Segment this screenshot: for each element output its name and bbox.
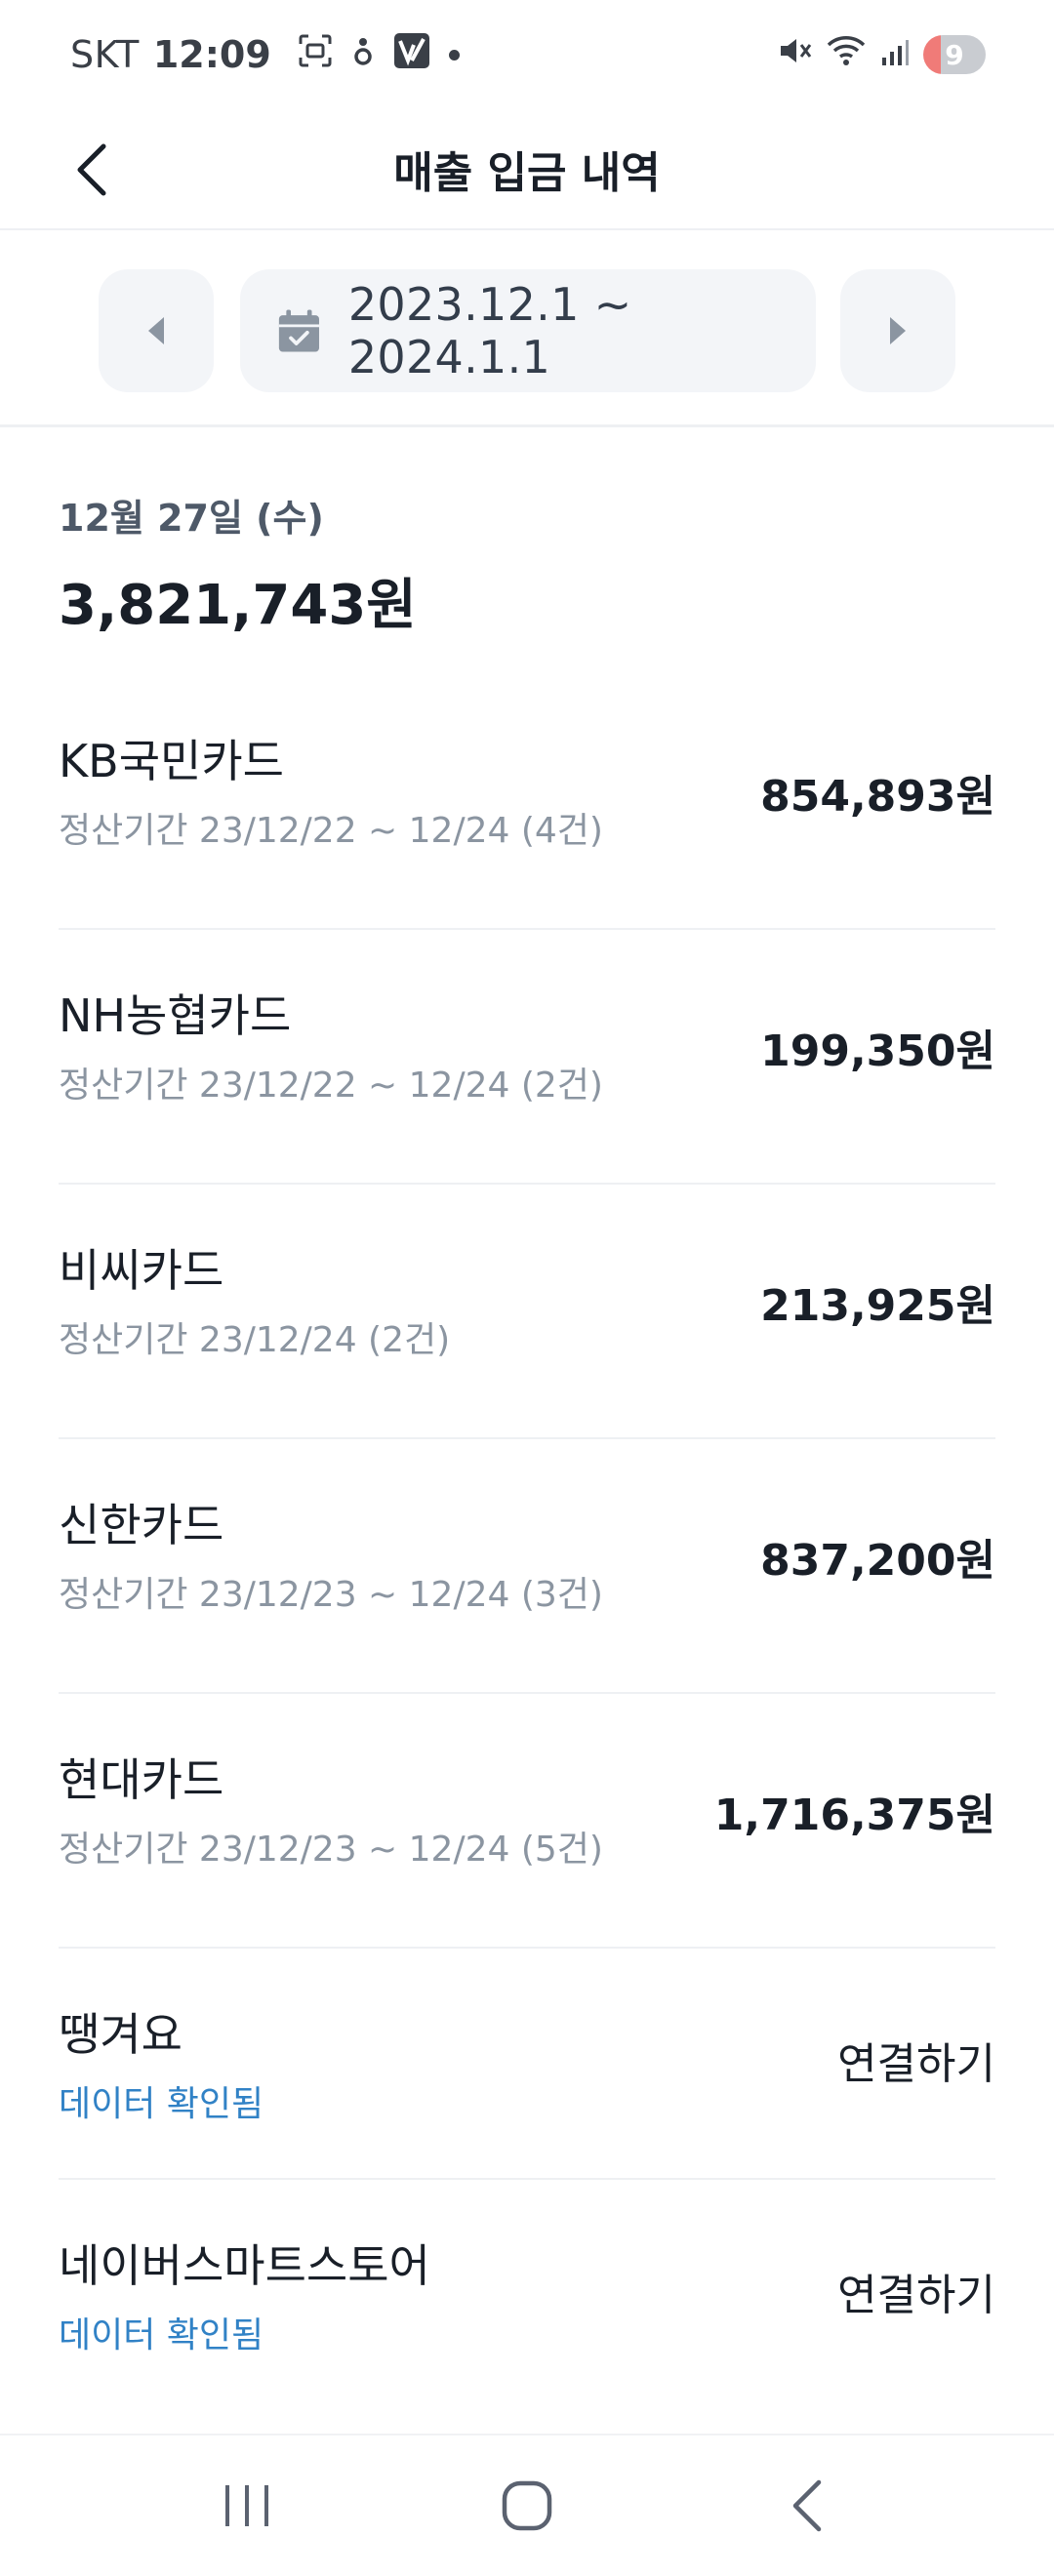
settlement-period: 정산기간 23/12/24 (2건): [59, 1320, 451, 1360]
settlement-period: 정산기간 23/12/23 ~ 12/24 (3건): [59, 1575, 603, 1615]
card-name: KB국민카드: [59, 735, 285, 787]
list-item-nh-card[interactable]: NH농협카드 정산기간 23/12/22 ~ 12/24 (2건) 199,35…: [59, 930, 995, 1185]
mute-icon: [777, 33, 812, 77]
list-item-naver-smartstore: 네이버스마트스토어 데이터 확인됨 연결하기: [59, 2180, 995, 2411]
recent-apps-button[interactable]: [193, 2457, 301, 2555]
card-name: 비씨카드: [59, 1244, 224, 1297]
caret-right-icon: [890, 317, 906, 344]
deposit-amount: 1,716,375원: [713, 1791, 995, 1840]
system-back-button[interactable]: [753, 2457, 861, 2555]
app-header: 매출 입금 내역: [0, 109, 1054, 230]
screen: SKT 12:09 9 매출 입금 내역 2023.12.1 ~ 2024.1.…: [0, 0, 1054, 2576]
date-range-picker[interactable]: 2023.12.1 ~ 2024.1.1: [240, 269, 816, 392]
deposit-list: KB국민카드 정산기간 23/12/22 ~ 12/24 (4건) 854,89…: [59, 675, 995, 2411]
previous-period-button[interactable]: [99, 269, 214, 392]
card-name: 현대카드: [59, 1753, 224, 1806]
deposit-amount: 854,893원: [760, 772, 995, 822]
status-time: 12:09: [152, 33, 271, 76]
wifi-icon: [826, 33, 867, 77]
card-name: 신한카드: [59, 1499, 224, 1551]
list-item-kb-card[interactable]: KB국민카드 정산기간 23/12/22 ~ 12/24 (4건) 854,89…: [59, 675, 995, 930]
accessibility-icon: [351, 32, 375, 78]
chevron-left-icon: [77, 143, 106, 196]
more-notifications-dot-icon: [448, 49, 460, 60]
deposit-summary: 12월 27일 (수) 3,821,743원: [59, 488, 417, 640]
date-range-bar: 2023.12.1 ~ 2024.1.1: [0, 230, 1054, 427]
list-item-shinhan-card[interactable]: 신한카드 정산기간 23/12/23 ~ 12/24 (3건) 837,200원: [59, 1439, 995, 1694]
signal-icon: [880, 33, 910, 76]
recent-apps-icon: [225, 2485, 269, 2526]
deposit-total: 3,821,743원: [59, 574, 417, 637]
page-title: 매출 입금 내역: [393, 148, 661, 198]
back-arrow-icon: [792, 2479, 821, 2532]
caret-left-icon: [148, 317, 164, 344]
calendar-check-icon: [278, 309, 319, 352]
status-bar: SKT 12:09 9: [0, 0, 1054, 109]
settlement-period: 정산기간 23/12/22 ~ 12/24 (2건): [59, 1066, 603, 1106]
platform-name: 네이버스마트스토어: [59, 2239, 430, 2292]
data-status: 데이터 확인됨: [59, 2084, 264, 2124]
carrier-label: SKT: [70, 33, 140, 76]
next-period-button[interactable]: [840, 269, 955, 392]
system-navigation-bar: [0, 2434, 1054, 2576]
data-status: 데이터 확인됨: [59, 2315, 264, 2355]
status-left: SKT 12:09: [70, 31, 460, 79]
settlement-period: 정산기간 23/12/23 ~ 12/24 (5건): [59, 1830, 603, 1870]
card-name: NH농협카드: [59, 989, 292, 1042]
connect-button[interactable]: 연결하기: [837, 2029, 995, 2091]
settlement-period: 정산기간 23/12/22 ~ 12/24 (4건): [59, 811, 603, 851]
list-item-bc-card[interactable]: 비씨카드 정산기간 23/12/24 (2건) 213,925원: [59, 1185, 995, 1439]
list-item-ddangyo: 땡겨요 데이터 확인됨 연결하기: [59, 1949, 995, 2180]
deposit-amount: 199,350원: [760, 1026, 995, 1076]
deposit-amount: 213,925원: [760, 1281, 995, 1331]
deposit-amount: 837,200원: [760, 1536, 995, 1586]
screenshot-icon: [297, 32, 334, 78]
notification-icons: [297, 31, 460, 79]
app-notification-icon: [392, 31, 431, 79]
home-icon: [502, 2480, 552, 2531]
date-range-text: 2023.12.1 ~ 2024.1.1: [347, 278, 632, 383]
connect-button[interactable]: 연결하기: [837, 2260, 995, 2322]
platform-name: 땡겨요: [59, 2008, 182, 2061]
deposit-date: 12월 27일 (수): [59, 497, 324, 540]
status-right: 9: [777, 33, 986, 77]
home-button[interactable]: [473, 2457, 581, 2555]
back-button[interactable]: [57, 135, 127, 205]
list-item-hyundai-card[interactable]: 현대카드 정산기간 23/12/23 ~ 12/24 (5건) 1,716,37…: [59, 1694, 995, 1949]
battery-icon: 9: [923, 35, 986, 74]
